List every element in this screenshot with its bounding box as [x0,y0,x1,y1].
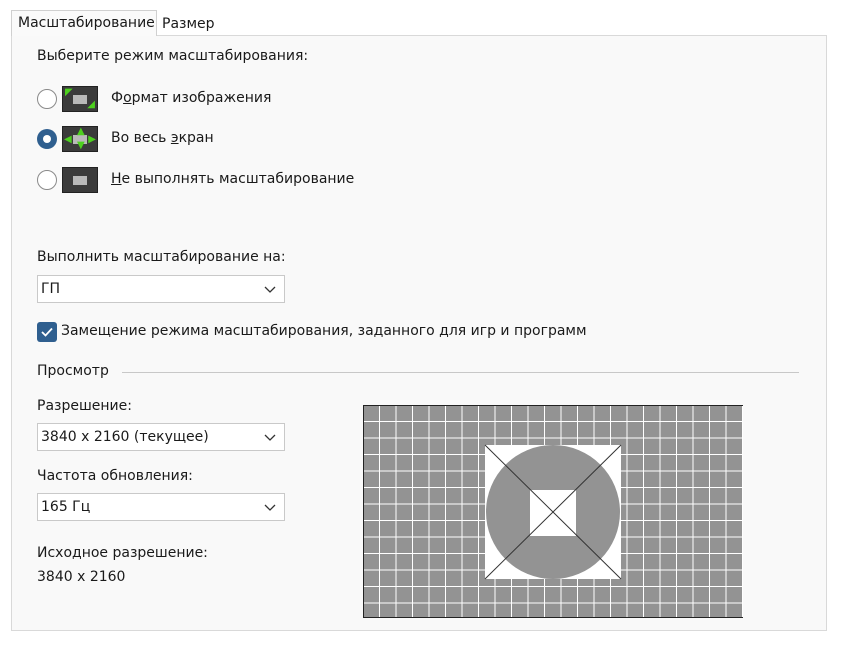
resolution-label: Разрешение: [37,398,132,414]
no-scaling-icon [62,167,98,193]
override-label[interactable]: Замещение режима масштабирования, заданн… [61,323,587,339]
scaling-mode-heading: Выберите режим масштабирования: [37,48,309,64]
refresh-rate-select[interactable]: 165 Гц [37,493,285,521]
perform-on-label: Выполнить масштабирование на: [37,249,286,265]
radio-no-scaling[interactable] [37,170,57,190]
chevron-down-icon [264,286,276,293]
tab-scaling[interactable]: Масштабирование [11,10,157,36]
native-resolution-label: Исходное разрешение: [37,545,208,561]
chevron-down-icon [264,434,276,441]
full-screen-icon: ▲ ▼ ◀ ▶ [62,126,98,152]
resolution-value: 3840 x 2160 (текущее) [41,429,209,445]
radio-full-screen[interactable] [37,129,57,149]
native-resolution-value: 3840 x 2160 [37,569,126,585]
perform-on-select[interactable]: ГП [37,275,285,303]
aspect-ratio-icon: ◤ ◢ [62,86,98,112]
option-no-scaling-label[interactable]: Не выполнять масштабирование [111,171,354,187]
option-aspect-ratio-label[interactable]: Формат изображения [111,90,271,106]
perform-on-value: ГП [41,281,61,297]
preview-divider [122,372,799,373]
option-full-screen-label[interactable]: Во весь экран [111,130,214,146]
refresh-rate-value: 165 Гц [41,499,91,515]
refresh-rate-label: Частота обновления: [37,468,193,484]
checkmark-icon [41,327,53,337]
preview-section-label: Просмотр [37,363,109,379]
scaling-preview-image [363,405,743,618]
radio-aspect-ratio[interactable] [37,89,57,109]
override-checkbox[interactable] [37,322,57,342]
resolution-select[interactable]: 3840 x 2160 (текущее) [37,423,285,451]
chevron-down-icon [264,504,276,511]
